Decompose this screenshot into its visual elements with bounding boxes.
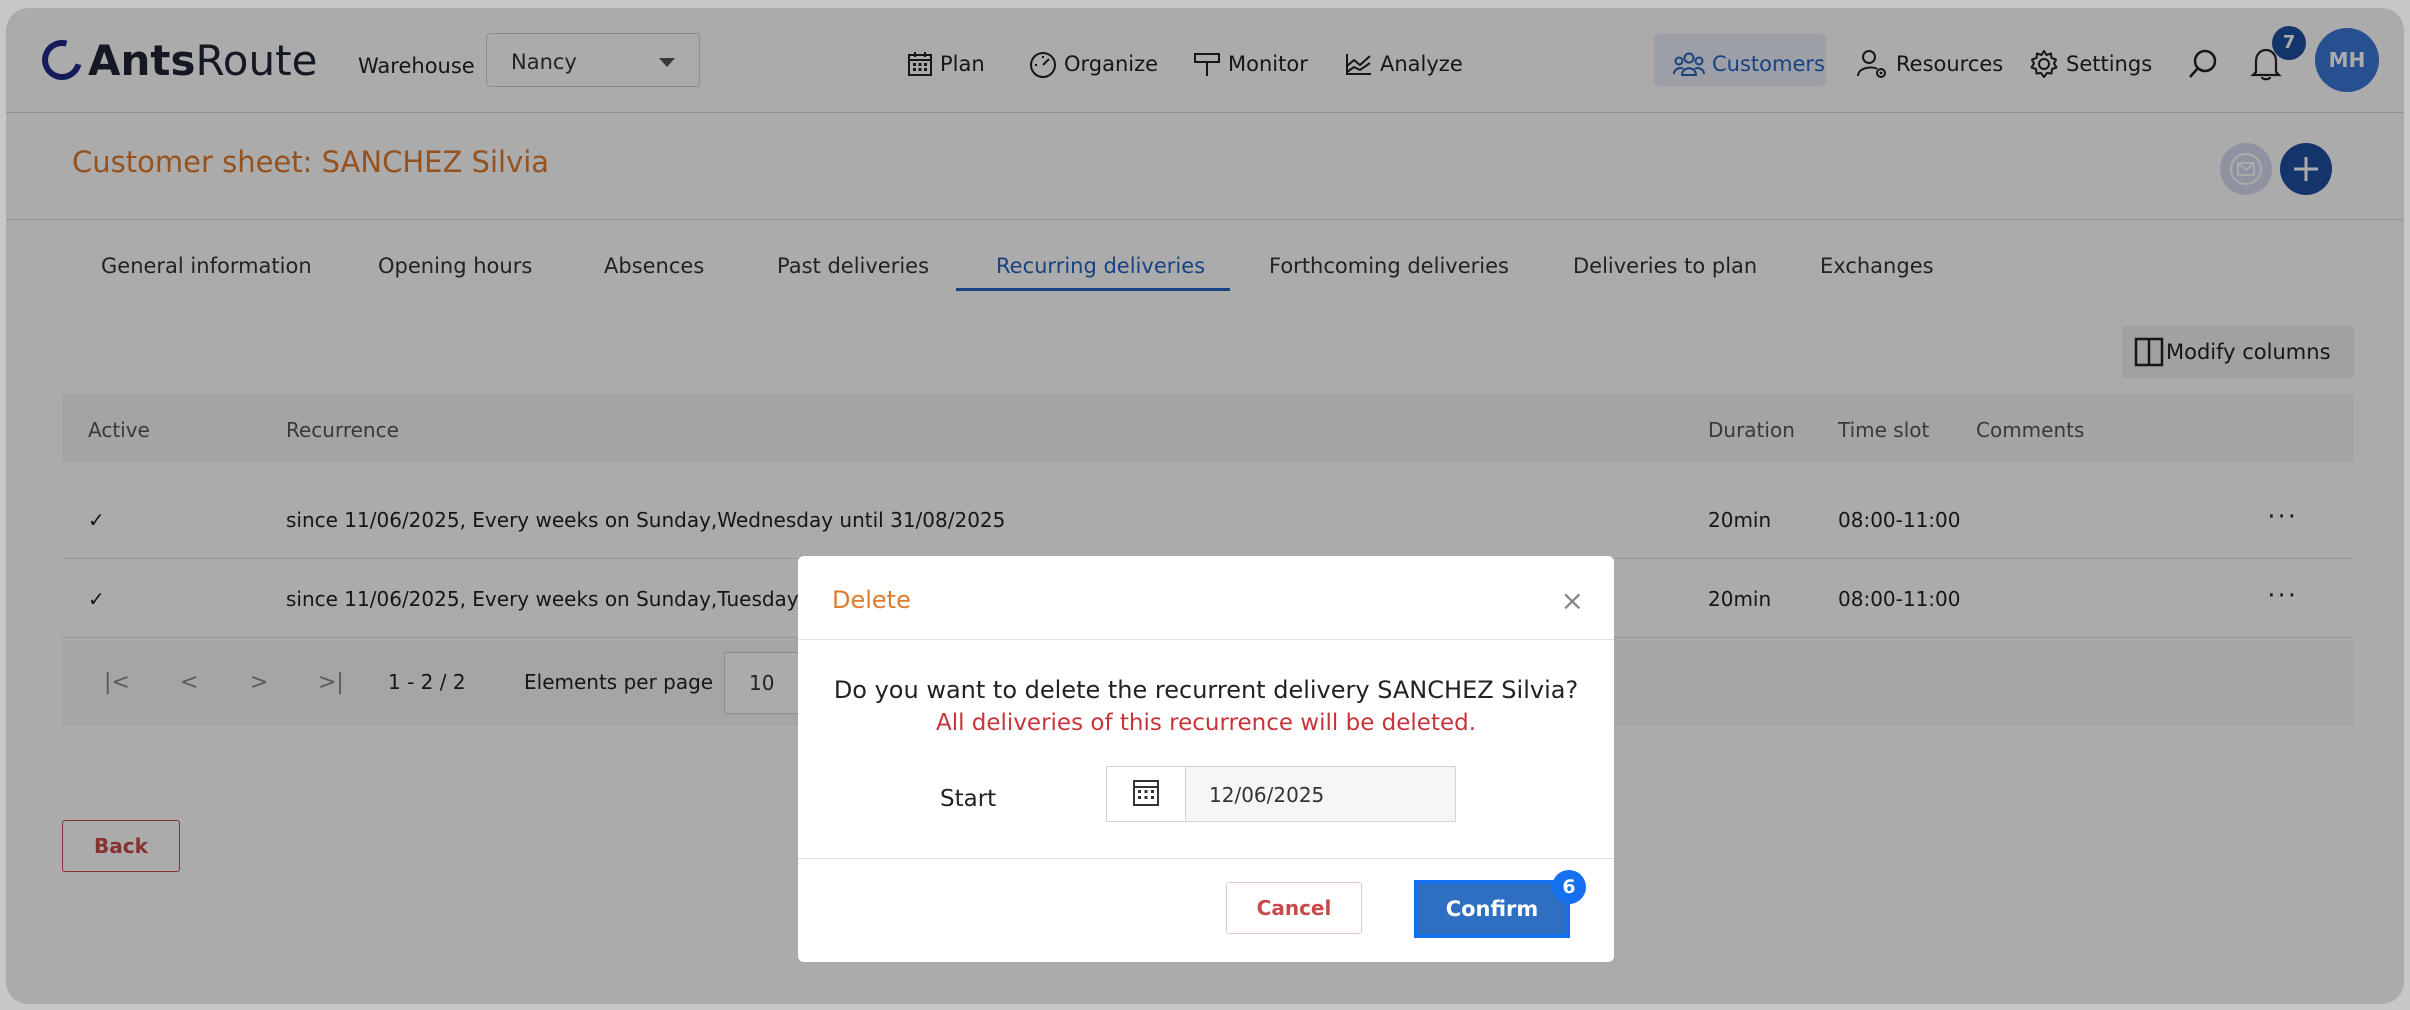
confirm-button[interactable]: Confirm xyxy=(1414,880,1570,938)
delete-dialog: Delete × Do you want to delete the recur… xyxy=(798,556,1614,962)
dialog-footer-divider xyxy=(798,858,1614,859)
app-window: Ants Route Warehouse Nancy Plan Organize … xyxy=(6,8,2404,1004)
step-badge: 6 xyxy=(1552,870,1586,904)
date-picker-button[interactable] xyxy=(1107,767,1186,821)
start-date-field[interactable]: 12/06/2025 xyxy=(1106,766,1456,822)
dialog-title: Delete xyxy=(832,586,911,614)
cancel-button[interactable]: Cancel xyxy=(1226,882,1362,934)
start-label: Start xyxy=(940,786,997,812)
dialog-question: Do you want to delete the recurrent deli… xyxy=(833,676,1579,704)
close-icon[interactable]: × xyxy=(1561,584,1584,617)
start-date-value: 12/06/2025 xyxy=(1209,783,1325,807)
dialog-warning: All deliveries of this recurrence will b… xyxy=(935,710,1477,736)
calendar-icon xyxy=(1133,780,1159,806)
dialog-divider xyxy=(798,639,1614,640)
